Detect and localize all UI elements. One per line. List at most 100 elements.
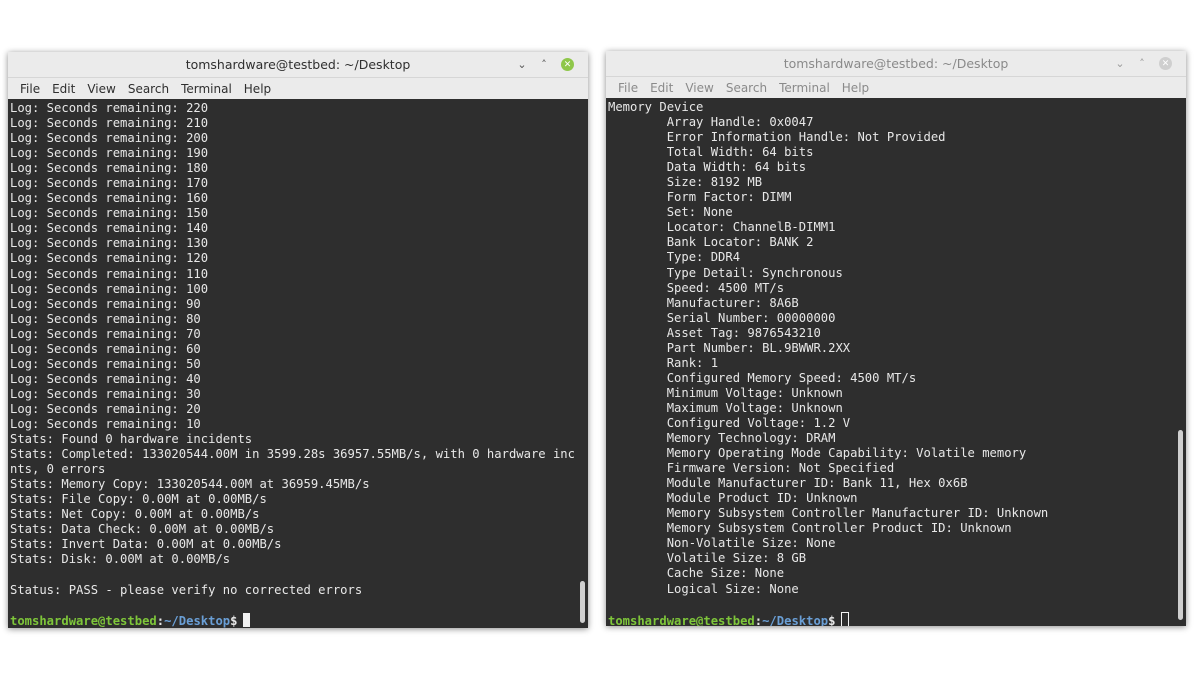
terminal-line: Speed: 4500 MT/s	[608, 280, 785, 295]
prompt-user: tomshardware@testbed	[10, 613, 157, 628]
close-icon[interactable]: ✕	[1159, 57, 1172, 70]
menu-bar: File Edit View Search Terminal Help	[606, 77, 1186, 99]
terminal-line: Cache Size: None	[608, 566, 785, 581]
terminal-line: Log: Seconds remaining: 190	[10, 146, 209, 161]
terminal-line: Data Width: 64 bits	[608, 160, 807, 175]
terminal-line: Form Factor: DIMM	[608, 190, 792, 205]
cursor-icon	[243, 612, 251, 627]
terminal-line: Log: Seconds remaining: 160	[10, 191, 209, 206]
terminal-line: Set: None	[608, 205, 733, 220]
terminal-line: Locator: ChannelB-DIMM1	[608, 220, 836, 235]
terminal-line: Stats: Found 0 hardware incidents	[10, 432, 253, 447]
terminal-line: Memory Subsystem Controller Manufacturer…	[608, 506, 1049, 521]
close-icon[interactable]: ✕	[561, 58, 574, 71]
terminal-lines: Log: Seconds remaining: 220 Log: Seconds …	[8, 99, 588, 628]
prompt-user: tomshardware@testbed	[608, 613, 755, 626]
terminal-output[interactable]: Memory Device Array Handle: 0x0047 Error…	[606, 98, 1174, 626]
menu-terminal[interactable]: Terminal	[773, 81, 836, 95]
scrollbar[interactable]	[1174, 98, 1186, 626]
terminal-line: Log: Seconds remaining: 200	[10, 131, 209, 146]
terminal-line: Stats: Data Check: 0.00M at 0.00MB/s	[10, 522, 275, 537]
terminal-line: Error Information Handle: Not Provided	[608, 130, 946, 145]
scrollbar-thumb[interactable]	[580, 581, 585, 623]
terminal-line: Log: Seconds remaining: 80	[10, 311, 201, 326]
terminal-line: Stats: Disk: 0.00M at 0.00MB/s	[10, 552, 231, 567]
terminal-line: Configured Memory Speed: 4500 MT/s	[608, 370, 917, 385]
terminal-line: Array Handle: 0x0047	[608, 115, 814, 130]
terminal-line: Memory Subsystem Controller Product ID: …	[608, 521, 1012, 536]
terminal-line: Type: DDR4	[608, 250, 741, 265]
terminal-line: Size: 8192 MB	[608, 175, 763, 190]
terminal-line: Log: Seconds remaining: 140	[10, 221, 209, 236]
terminal-lines: Memory Device Array Handle: 0x0047 Error…	[606, 98, 1174, 626]
terminal-line: Log: Seconds remaining: 40	[10, 371, 201, 386]
menu-search[interactable]: Search	[720, 81, 773, 95]
terminal-line: Non-Volatile Size: None	[608, 536, 836, 551]
terminal-line: Firmware Version: Not Specified	[608, 461, 895, 476]
terminal-line: Log: Seconds remaining: 210	[10, 116, 209, 131]
terminal-line: Log: Seconds remaining: 30	[10, 386, 201, 401]
terminal-line: Log: Seconds remaining: 100	[10, 281, 209, 296]
title-bar[interactable]: tomshardware@testbed: ~/Desktop ⌄ ˄ ✕	[8, 52, 588, 78]
terminal-line: Stats: Memory Copy: 133020544.00M at 369…	[10, 477, 370, 492]
prompt-symbol: $	[230, 613, 238, 628]
terminal-line: Logical Size: None	[608, 581, 799, 596]
terminal-line: Part Number: BL.9BWWR.2XX	[608, 340, 851, 355]
minimize-icon[interactable]: ⌄	[1109, 55, 1131, 72]
menu-help[interactable]: Help	[836, 81, 875, 95]
terminal-line: Log: Seconds remaining: 70	[10, 326, 201, 341]
prompt-symbol: $	[828, 613, 836, 626]
terminal-line: Configured Voltage: 1.2 V	[608, 415, 851, 430]
window-title: tomshardware@testbed: ~/Desktop	[185, 57, 411, 72]
scrollbar[interactable]	[576, 99, 588, 628]
maximize-icon[interactable]: ˄	[1131, 55, 1153, 72]
terminal-line: Log: Seconds remaining: 110	[10, 266, 209, 281]
terminal-line: Volatile Size: 8 GB	[608, 551, 807, 566]
terminal-line: Bank Locator: BANK 2	[608, 235, 814, 250]
terminal-line: Log: Seconds remaining: 170	[10, 176, 209, 191]
terminal-line: Total Width: 64 bits	[608, 145, 814, 160]
menu-terminal[interactable]: Terminal	[175, 82, 238, 96]
menu-view[interactable]: View	[81, 82, 121, 96]
terminal-window-left[interactable]: tomshardware@testbed: ~/Desktop ⌄ ˄ ✕ Fi…	[8, 52, 588, 628]
prompt-path: ~/Desktop	[164, 613, 231, 628]
terminal-line: Log: Seconds remaining: 130	[10, 236, 209, 251]
terminal-line: Log: Seconds remaining: 90	[10, 296, 201, 311]
prompt-separator: :	[156, 613, 165, 628]
terminal-output[interactable]: Log: Seconds remaining: 220 Log: Seconds …	[8, 99, 588, 628]
terminal-line: Memory Technology: DRAM	[608, 431, 836, 446]
menu-bar: File Edit View Search Terminal Help	[8, 78, 588, 100]
terminal-line: Module Manufacturer ID: Bank 11, Hex 0x6…	[608, 476, 968, 491]
menu-edit[interactable]: Edit	[644, 81, 679, 95]
shell-prompt[interactable]: tomshardware@testbed:~/Desktop$	[608, 611, 1174, 626]
menu-search[interactable]: Search	[122, 82, 175, 96]
shell-prompt[interactable]: tomshardware@testbed:~/Desktop$	[10, 612, 576, 628]
scrollbar-thumb[interactable]	[1178, 430, 1183, 620]
terminal-line: Log: Seconds remaining: 150	[10, 206, 209, 221]
menu-help[interactable]: Help	[238, 82, 277, 96]
menu-file[interactable]: File	[612, 81, 644, 95]
terminal-line: Memory Device	[608, 100, 704, 114]
window-controls: ⌄ ˄ ✕	[511, 56, 578, 73]
terminal-line: Log: Seconds remaining: 180	[10, 161, 209, 176]
maximize-icon[interactable]: ˄	[533, 56, 555, 73]
terminal-line: Rank: 1	[608, 355, 719, 370]
terminal-line: Stats: Completed: 133020544.00M in 3599.…	[10, 447, 588, 462]
terminal-line: Stats: File Copy: 0.00M at 0.00MB/s	[10, 492, 267, 507]
menu-file[interactable]: File	[14, 82, 46, 96]
terminal-line: Stats: Invert Data: 0.00M at 0.00MB/s	[10, 537, 282, 552]
terminal-line: nts, 0 errors	[10, 462, 106, 477]
menu-edit[interactable]: Edit	[46, 82, 81, 96]
terminal-window-right[interactable]: tomshardware@testbed: ~/Desktop ⌄ ˄ ✕ Fi…	[606, 51, 1186, 626]
window-title: tomshardware@testbed: ~/Desktop	[783, 56, 1009, 71]
menu-view[interactable]: View	[679, 81, 719, 95]
terminal-line: Log: Seconds remaining: 10	[10, 416, 201, 431]
minimize-icon[interactable]: ⌄	[511, 56, 533, 73]
terminal-line: Type Detail: Synchronous	[608, 265, 843, 280]
title-bar[interactable]: tomshardware@testbed: ~/Desktop ⌄ ˄ ✕	[606, 51, 1186, 77]
terminal-line: Memory Operating Mode Capability: Volati…	[608, 446, 1027, 461]
terminal-line: Log: Seconds remaining: 60	[10, 341, 201, 356]
terminal-line: Log: Seconds remaining: 20	[10, 401, 201, 416]
terminal-line: Maximum Voltage: Unknown	[608, 400, 843, 415]
